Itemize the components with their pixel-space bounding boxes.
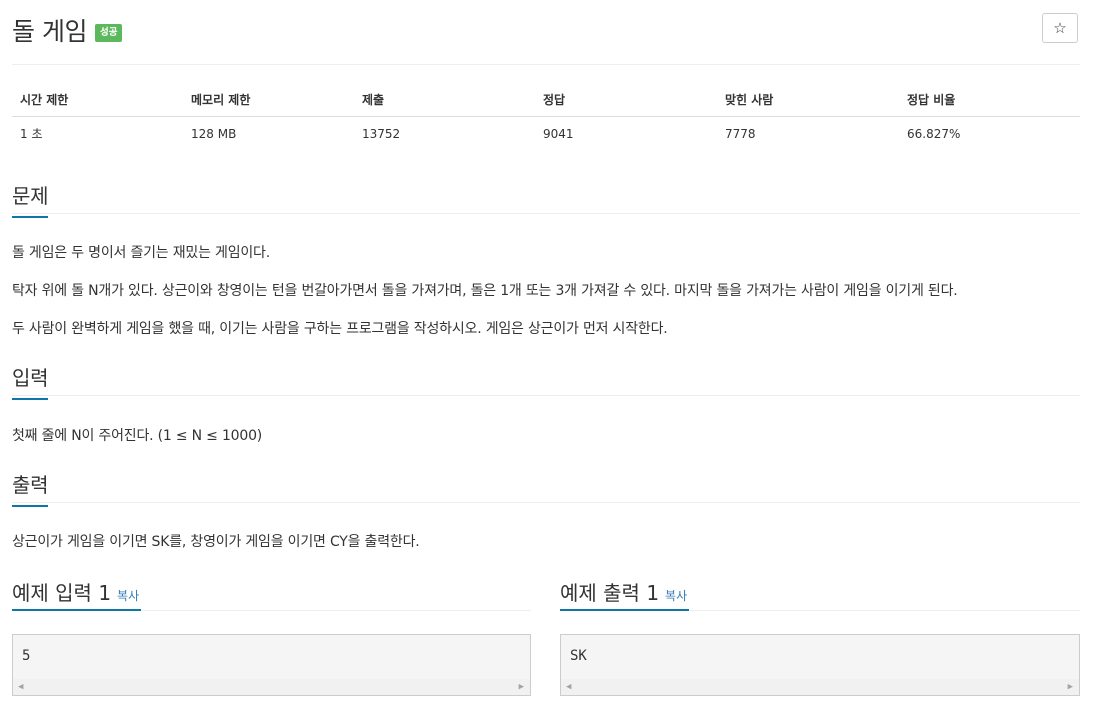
table-row: 1 초 128 MB 13752 9041 7778 66.827% [12, 117, 1080, 151]
time-limit-value: 1 초 [20, 127, 43, 141]
sample-output-header: 예제 출력 1 복사 [560, 577, 687, 606]
sample-input-title: 예제 입력 1 [12, 581, 112, 605]
horizontal-scrollbar[interactable]: ◀ ▶ [561, 679, 1079, 695]
problem-info-table: 시간 제한 메모리 제한 제출 정답 맞힌 사람 정답 비율 1 초 128 M… [12, 83, 1080, 150]
output-section-header: 출력 [12, 469, 1080, 507]
header-ratio: 정답 비율 [899, 83, 1080, 117]
output-text: 상근이가 게임을 이기면 SK를, 창영이가 게임을 이기면 CY을 출력한다. [12, 534, 420, 550]
status-badge: 성공 [94, 24, 123, 42]
sample-output-value: SK [570, 648, 587, 664]
solvers-value: 7778 [725, 126, 756, 141]
header-submissions: 제출 [354, 83, 535, 117]
scroll-right-icon[interactable]: ▶ [519, 682, 524, 692]
scroll-left-icon[interactable]: ◀ [566, 682, 571, 692]
memory-limit-value: 128 MB [191, 126, 237, 141]
sample-output-title: 예제 출력 1 [560, 581, 660, 605]
title-row: 돌 게임 성공 [12, 10, 123, 50]
horizontal-scrollbar[interactable]: ◀ ▶ [13, 679, 530, 695]
divider [12, 213, 1080, 214]
submissions-value: 13752 [362, 126, 401, 141]
scroll-right-icon[interactable]: ▶ [1068, 682, 1073, 692]
divider [12, 395, 1080, 396]
header-accepted: 정답 [535, 83, 717, 117]
star-icon: ☆ [1053, 19, 1067, 37]
copy-output-button[interactable]: 복사 [665, 589, 687, 603]
accepted-value: 9041 [543, 126, 574, 141]
problem-section-header: 문제 [12, 180, 1080, 218]
sample-input-header: 예제 입력 1 복사 [12, 577, 139, 606]
sample-input-value: 5 [22, 648, 31, 664]
table-header-row: 시간 제한 메모리 제한 제출 정답 맞힌 사람 정답 비율 [12, 83, 1080, 117]
sample-output-underline [560, 609, 689, 611]
sample-output-box[interactable]: SK ◀ ▶ [560, 634, 1080, 696]
problem-text-line-1: 돌 게임은 두 명이서 즐기는 재밌는 게임이다. [12, 245, 270, 261]
input-text: 첫째 줄에 N이 주어진다. (1 ≤ N ≤ 1000) [12, 428, 263, 444]
header-solvers: 맞힌 사람 [717, 83, 899, 117]
problem-text-line-2: 탁자 위에 돌 N개가 있다. 상근이와 창영이는 턴을 번갈아가면서 돌을 가… [12, 283, 958, 299]
input-section-header: 입력 [12, 362, 1080, 400]
problem-page: 돌 게임 성공 ☆ 시간 제한 메모리 제한 제출 정답 맞힌 사람 정답 비율… [0, 0, 1105, 712]
page-title: 돌 게임 [12, 17, 87, 46]
copy-input-button[interactable]: 복사 [117, 589, 139, 603]
header-time-limit: 시간 제한 [12, 83, 183, 117]
sample-input-box[interactable]: 5 ◀ ▶ [12, 634, 531, 696]
sample-input-underline [12, 609, 141, 611]
favorite-button[interactable]: ☆ [1042, 13, 1078, 43]
ratio-value: 66.827% [907, 126, 961, 141]
problem-text-line-3: 두 사람이 완벽하게 게임을 했을 때, 이기는 사람을 구하는 프로그램을 작… [12, 321, 668, 337]
scroll-left-icon[interactable]: ◀ [18, 682, 23, 692]
divider [12, 64, 1080, 65]
header-memory-limit: 메모리 제한 [183, 83, 354, 117]
divider [12, 502, 1080, 503]
